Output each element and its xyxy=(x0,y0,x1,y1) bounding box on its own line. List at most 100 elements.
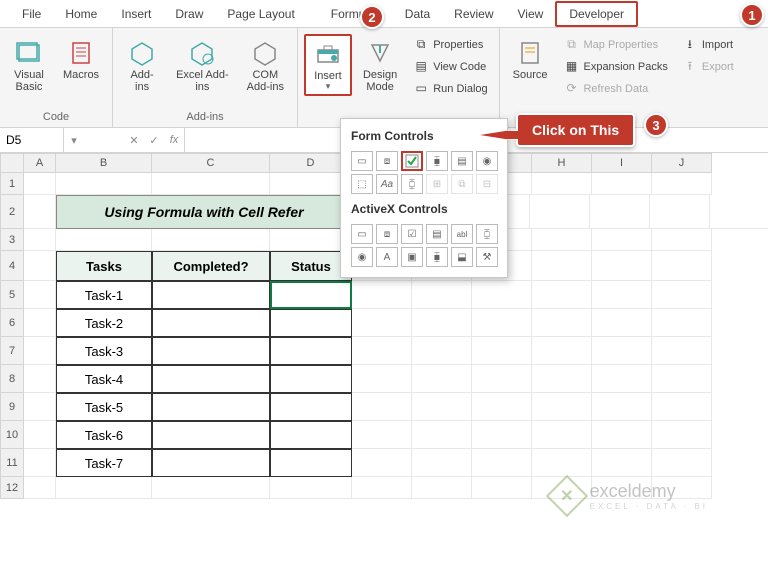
cell-H6[interactable] xyxy=(532,309,592,337)
cell-F10[interactable] xyxy=(412,421,472,449)
cell-I4[interactable] xyxy=(592,251,652,281)
cell-B6[interactable]: Task-2 xyxy=(56,309,152,337)
tab-draw[interactable]: Draw xyxy=(163,3,215,25)
com-addins-button[interactable]: COM Add-ins xyxy=(240,34,291,96)
cell-G2[interactable] xyxy=(530,195,590,229)
cell-I5[interactable] xyxy=(592,281,652,309)
cell-J7[interactable] xyxy=(652,337,712,365)
cell-B4[interactable]: Tasks xyxy=(56,251,152,281)
cell-C4[interactable]: Completed? xyxy=(152,251,270,281)
cell-I3[interactable] xyxy=(592,229,652,251)
tab-pagelayout[interactable]: Page Layout xyxy=(215,3,306,25)
cell-I9[interactable] xyxy=(592,393,652,421)
cell-C8[interactable] xyxy=(152,365,270,393)
cell-A12[interactable] xyxy=(24,477,56,499)
import-button[interactable]: ⭳Import xyxy=(677,34,739,56)
cell-I8[interactable] xyxy=(592,365,652,393)
cell-G8[interactable] xyxy=(472,365,532,393)
ax-option-icon[interactable]: ◉ xyxy=(351,247,373,267)
ax-toggle-icon[interactable]: ⬓ xyxy=(451,247,473,267)
form-combo-icon[interactable]: ⧈ xyxy=(376,151,398,171)
cell-E12[interactable] xyxy=(352,477,412,499)
cell-I2[interactable] xyxy=(650,195,710,229)
cell-H4[interactable] xyxy=(532,251,592,281)
cell-E9[interactable] xyxy=(352,393,412,421)
expansion-packs-button[interactable]: ▦Expansion Packs xyxy=(558,56,672,78)
cell-J1[interactable] xyxy=(652,173,712,195)
form-dialog-icon[interactable]: ⊟ xyxy=(476,174,498,194)
cell-B3[interactable] xyxy=(56,229,152,251)
col-header-b[interactable]: B xyxy=(56,153,152,173)
row-header-8[interactable]: 8 xyxy=(0,365,24,393)
form-label-icon[interactable]: Aa xyxy=(376,174,398,194)
form-combo2-icon[interactable]: ⧉ xyxy=(451,174,473,194)
row-header-11[interactable]: 11 xyxy=(0,449,24,477)
row-header-12[interactable]: 12 xyxy=(0,477,24,499)
cell-H3[interactable] xyxy=(532,229,592,251)
col-header-i[interactable]: I xyxy=(592,153,652,173)
cell-D8[interactable] xyxy=(270,365,352,393)
view-code-button[interactable]: ▤View Code xyxy=(408,56,492,78)
cell-J2[interactable] xyxy=(710,195,768,229)
cell-D12[interactable] xyxy=(270,477,352,499)
cell-G12[interactable] xyxy=(472,477,532,499)
cell-C6[interactable] xyxy=(152,309,270,337)
properties-button[interactable]: ⧉Properties xyxy=(408,34,492,56)
cell-E5[interactable] xyxy=(352,281,412,309)
cell-A3[interactable] xyxy=(24,229,56,251)
tab-developer[interactable]: Developer xyxy=(555,1,638,27)
ax-scroll-icon[interactable]: ⧮ xyxy=(476,224,498,244)
form-option-icon[interactable]: ◉ xyxy=(476,151,498,171)
tab-view[interactable]: View xyxy=(506,3,556,25)
tab-insert[interactable]: Insert xyxy=(109,3,163,25)
form-spin-icon[interactable]: ⧯ xyxy=(426,151,448,171)
cell-I1[interactable] xyxy=(592,173,652,195)
cell-A10[interactable] xyxy=(24,421,56,449)
ax-textbox-icon[interactable]: abl xyxy=(451,224,473,244)
cell-J11[interactable] xyxy=(652,449,712,477)
source-button[interactable]: Source xyxy=(506,34,555,84)
visual-basic-button[interactable]: Visual Basic xyxy=(6,34,52,96)
form-checkbox-icon[interactable] xyxy=(401,151,423,171)
cell-F8[interactable] xyxy=(412,365,472,393)
cell-E10[interactable] xyxy=(352,421,412,449)
cell-A7[interactable] xyxy=(24,337,56,365)
cell-D7[interactable] xyxy=(270,337,352,365)
insert-function-icon[interactable]: fx xyxy=(164,134,184,146)
cell-G9[interactable] xyxy=(472,393,532,421)
cell-E7[interactable] xyxy=(352,337,412,365)
col-header-j[interactable]: J xyxy=(652,153,712,173)
ax-checkbox-icon[interactable]: ☑ xyxy=(401,224,423,244)
cell-H9[interactable] xyxy=(532,393,592,421)
form-button-icon[interactable]: ▭ xyxy=(351,151,373,171)
cell-E6[interactable] xyxy=(352,309,412,337)
insert-controls-button[interactable]: Insert ▾ xyxy=(304,34,352,96)
cell-B10[interactable]: Task-6 xyxy=(56,421,152,449)
title-cell[interactable]: Using Formula with Cell Refer xyxy=(56,195,352,229)
row-header-7[interactable]: 7 xyxy=(0,337,24,365)
cell-D10[interactable] xyxy=(270,421,352,449)
col-header-h[interactable]: H xyxy=(532,153,592,173)
cell-J5[interactable] xyxy=(652,281,712,309)
cell-C12[interactable] xyxy=(152,477,270,499)
cell-F7[interactable] xyxy=(412,337,472,365)
cell-B7[interactable]: Task-3 xyxy=(56,337,152,365)
cell-H5[interactable] xyxy=(532,281,592,309)
cell-C9[interactable] xyxy=(152,393,270,421)
form-group-icon[interactable]: ⬚ xyxy=(351,174,373,194)
cell-J4[interactable] xyxy=(652,251,712,281)
row-header-6[interactable]: 6 xyxy=(0,309,24,337)
name-box-dropdown[interactable]: ▾ xyxy=(64,134,84,147)
cell-A9[interactable] xyxy=(24,393,56,421)
cell-F12[interactable] xyxy=(412,477,472,499)
cell-C1[interactable] xyxy=(152,173,270,195)
row-header-5[interactable]: 5 xyxy=(0,281,24,309)
ax-listbox-icon[interactable]: ▤ xyxy=(426,224,448,244)
ax-label-icon[interactable]: A xyxy=(376,247,398,267)
cell-F6[interactable] xyxy=(412,309,472,337)
cell-I6[interactable] xyxy=(592,309,652,337)
row-header-10[interactable]: 10 xyxy=(0,421,24,449)
cell-C11[interactable] xyxy=(152,449,270,477)
ax-combo-icon[interactable]: ⧈ xyxy=(376,224,398,244)
cell-B9[interactable]: Task-5 xyxy=(56,393,152,421)
